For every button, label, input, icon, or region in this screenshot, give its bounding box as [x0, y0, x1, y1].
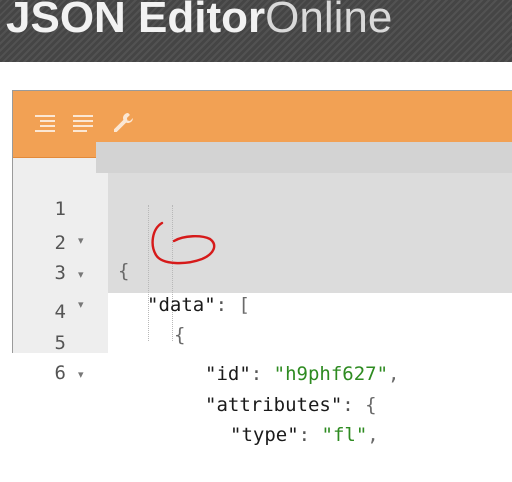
- json-string-value: "fl": [321, 424, 368, 446]
- app-title-strong: JSON Editor: [6, 0, 266, 42]
- code-line[interactable]: 4 "id": "h9phf627",: [0, 266, 400, 385]
- json-punctuation: {: [365, 394, 377, 416]
- fold-toggle-icon[interactable]: ▾: [78, 225, 84, 256]
- json-separator: :: [342, 394, 366, 416]
- annotation-circle: [151, 221, 216, 265]
- fold-toggle-icon[interactable]: ▾: [78, 359, 84, 390]
- app-header: JSON EditorOnline: [0, 0, 512, 62]
- json-string-value: "h9phf627": [273, 363, 389, 385]
- json-key: "data": [147, 294, 216, 316]
- code-line[interactable]: 1 ▾ {: [0, 163, 130, 282]
- code-line[interactable]: 5 ▾ "attributes": {: [0, 297, 377, 416]
- json-punctuation: {: [118, 260, 130, 282]
- wrench-icon: [114, 113, 133, 132]
- json-key: "id": [205, 363, 251, 385]
- json-punctuation: {: [174, 324, 186, 346]
- json-separator: :: [215, 294, 239, 316]
- json-punctuation: ,: [388, 363, 400, 385]
- app-logo[interactable]: JSON EditorOnline: [6, 0, 392, 48]
- app-title-light: Online: [265, 0, 393, 42]
- json-separator: :: [298, 424, 322, 446]
- json-separator: :: [250, 363, 274, 385]
- json-key: "type": [230, 424, 299, 446]
- json-punctuation: [: [238, 294, 250, 316]
- line-number: 6: [54, 362, 66, 384]
- json-punctuation: ,: [367, 424, 379, 446]
- fold-toggle-icon[interactable]: ▾: [78, 289, 84, 320]
- format-icon: [35, 115, 55, 132]
- compact-button[interactable]: [71, 109, 99, 137]
- active-line-highlight: [96, 142, 512, 173]
- compact-icon: [73, 115, 93, 132]
- code-line[interactable]: 3 ▾ {: [0, 227, 186, 346]
- repair-button[interactable]: [109, 109, 137, 137]
- json-key: "attributes": [205, 394, 343, 416]
- code-line[interactable]: 6 "type": "fl",: [0, 327, 379, 446]
- format-button[interactable]: [33, 109, 61, 137]
- code-line[interactable]: 2 ▾ "data": [: [0, 197, 250, 316]
- fold-toggle-icon[interactable]: ▾: [78, 259, 84, 290]
